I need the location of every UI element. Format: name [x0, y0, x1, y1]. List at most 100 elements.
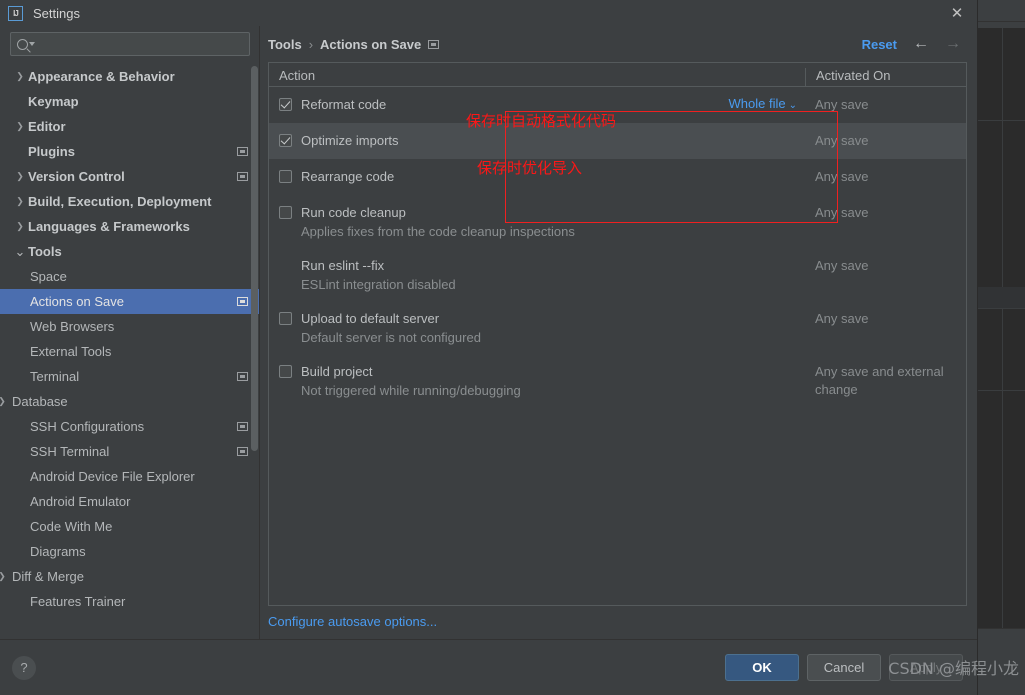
- sidebar-item-label: Code With Me: [30, 519, 113, 534]
- sidebar-item-label: Appearance & Behavior: [28, 69, 175, 84]
- breadcrumb-root[interactable]: Tools: [268, 37, 302, 52]
- chevron-right-icon[interactable]: ❯: [0, 396, 10, 407]
- checkbox-rearrange-code[interactable]: [279, 170, 292, 183]
- search-input[interactable]: [35, 37, 243, 51]
- sidebar-item-label: Diagrams: [30, 544, 86, 559]
- action-label: Run eslint --fix: [301, 258, 385, 273]
- cancel-button[interactable]: Cancel: [807, 654, 881, 681]
- checkbox-upload-to-default-server[interactable]: [279, 312, 292, 325]
- sidebar-item-label: Android Device File Explorer: [30, 469, 195, 484]
- table-header-row: Action Activated On: [269, 63, 966, 87]
- sidebar-item-android-device-file-explorer[interactable]: Android Device File Explorer: [0, 464, 260, 489]
- scope-dropdown[interactable]: Whole file: [729, 96, 786, 111]
- close-icon[interactable]: ✕: [947, 4, 967, 22]
- action-label: Optimize imports: [301, 133, 399, 148]
- sidebar-item-label: Tools: [28, 244, 62, 259]
- sidebar-item-version-control[interactable]: ❯ Version Control: [0, 164, 260, 189]
- sidebar-item-label: SSH Configurations: [30, 419, 145, 434]
- search-container: [0, 26, 260, 64]
- breadcrumb-separator: ›: [308, 36, 314, 52]
- sidebar-item-database[interactable]: ❯Database: [0, 389, 260, 414]
- help-button[interactable]: ?: [12, 655, 36, 680]
- table-row[interactable]: Optimize imports Any save: [269, 123, 966, 159]
- sidebar-item-plugins[interactable]: Plugins: [0, 139, 260, 164]
- sidebar-item-external-tools[interactable]: External Tools: [0, 339, 260, 364]
- action-description: ESLint integration disabled: [301, 277, 456, 292]
- table-row[interactable]: Rearrange code Any save: [269, 159, 966, 195]
- sidebar-item-space[interactable]: Space: [0, 264, 260, 289]
- chevron-down-icon[interactable]: ⌄: [12, 244, 28, 260]
- column-header-activated-on[interactable]: Activated On: [805, 68, 966, 86]
- chevron-right-icon[interactable]: ❯: [0, 571, 10, 582]
- sidebar-item-web-browsers[interactable]: Web Browsers: [0, 314, 260, 339]
- actions-on-save-table: Action Activated On Reformat code Whole f…: [268, 62, 967, 606]
- settings-sidebar: ❯ Appearance & Behavior Keymap ❯ Editor Plu…: [0, 26, 260, 639]
- dialog-title: Settings: [33, 5, 80, 21]
- table-row[interactable]: Build project Not triggered while running…: [269, 354, 966, 408]
- table-row[interactable]: Reformat code Whole file ⌄ Any save: [269, 87, 966, 123]
- sidebar-item-label: Plugins: [28, 144, 75, 159]
- chevron-right-icon[interactable]: ❯: [12, 121, 28, 132]
- sidebar-item-appearance-behavior[interactable]: ❯ Appearance & Behavior: [0, 64, 260, 89]
- checkbox-run-code-cleanup[interactable]: [279, 206, 292, 219]
- chevron-right-icon[interactable]: ❯: [12, 71, 28, 82]
- activated-on-cell: Any save: [815, 133, 869, 148]
- sidebar-item-actions-on-save[interactable]: Actions on Save: [0, 289, 260, 314]
- configure-autosave-options-link[interactable]: Configure autosave options...: [268, 614, 437, 629]
- action-cell: Rearrange code: [269, 159, 705, 195]
- scope-cell: [705, 354, 805, 408]
- action-label: Run code cleanup: [301, 205, 406, 220]
- action-description: Not triggered while running/debugging: [301, 383, 521, 398]
- sidebar-item-ssh-terminal[interactable]: SSH Terminal: [0, 439, 260, 464]
- sidebar-item-android-emulator[interactable]: Android Emulator: [0, 489, 260, 514]
- action-label: Build project: [301, 364, 373, 379]
- checkbox-reformat-code[interactable]: [279, 98, 292, 111]
- arrow-right-icon[interactable]: →: [945, 36, 961, 52]
- sidebar-item-label: Languages & Frameworks: [28, 219, 190, 234]
- sidebar-item-languages-frameworks[interactable]: ❯ Languages & Frameworks: [0, 214, 260, 239]
- scope-cell: [705, 248, 805, 301]
- sidebar-item-code-with-me[interactable]: Code With Me: [0, 514, 260, 539]
- sidebar-item-terminal[interactable]: Terminal: [0, 364, 260, 389]
- activated-on-cell: Any save: [815, 169, 869, 184]
- scope-cell: Whole file ⌄: [705, 87, 805, 123]
- action-cell: Optimize imports: [269, 123, 705, 159]
- sidebar-item-editor[interactable]: ❯ Editor: [0, 114, 260, 139]
- table-row[interactable]: Run code cleanup Applies fixes from the c…: [269, 195, 966, 248]
- sidebar-item-label: Keymap: [28, 94, 79, 109]
- chevron-down-icon[interactable]: ⌄: [789, 100, 797, 111]
- sidebar-item-build-execution-deployment[interactable]: ❯ Build, Execution, Deployment: [0, 189, 260, 214]
- dialog-body: ❯ Appearance & Behavior Keymap ❯ Editor Plu…: [0, 26, 977, 639]
- chevron-right-icon[interactable]: ❯: [12, 221, 28, 232]
- checkbox-optimize-imports[interactable]: [279, 134, 292, 147]
- chevron-right-icon[interactable]: ❯: [12, 171, 28, 182]
- ok-button[interactable]: OK: [725, 654, 799, 681]
- column-header-action[interactable]: Action: [269, 68, 805, 86]
- sidebar-item-label: Build, Execution, Deployment: [28, 194, 212, 209]
- project-scope-icon: [428, 39, 440, 49]
- sidebar-item-diff-merge[interactable]: ❯Diff & Merge: [0, 564, 260, 589]
- sidebar-item-diagrams[interactable]: Diagrams: [0, 539, 260, 564]
- reset-button[interactable]: Reset: [862, 37, 897, 52]
- autosave-options-row: Configure autosave options...: [260, 606, 977, 639]
- chevron-right-icon[interactable]: ❯: [12, 196, 28, 207]
- sidebar-item-ssh-configurations[interactable]: SSH Configurations: [0, 414, 260, 439]
- activated-on-cell: Any save and external change: [815, 364, 944, 397]
- sidebar-item-features-trainer[interactable]: Features Trainer: [0, 589, 260, 613]
- dialog-footer: ? OK Cancel Apply: [0, 639, 977, 695]
- search-box[interactable]: [10, 32, 250, 56]
- intellij-idea-logo-icon: IJ: [8, 5, 23, 21]
- background-row-divider: [972, 390, 1025, 391]
- sidebar-item-keymap[interactable]: Keymap: [0, 89, 260, 114]
- project-scope-icon: [237, 447, 248, 456]
- background-highlight-strip: [972, 287, 1025, 308]
- sidebar-item-tools[interactable]: ⌄ Tools: [0, 239, 260, 264]
- settings-tree: ❯ Appearance & Behavior Keymap ❯ Editor Plu…: [0, 64, 260, 613]
- table-row[interactable]: Upload to default server Default server i…: [269, 301, 966, 354]
- table-row[interactable]: Run eslint --fix ESLint integration disab…: [269, 248, 966, 301]
- background-editor-area: [972, 28, 1025, 628]
- checkbox-build-project[interactable]: [279, 365, 292, 378]
- arrow-left-icon[interactable]: ←: [913, 36, 929, 52]
- sidebar-scrollbar[interactable]: [251, 66, 258, 451]
